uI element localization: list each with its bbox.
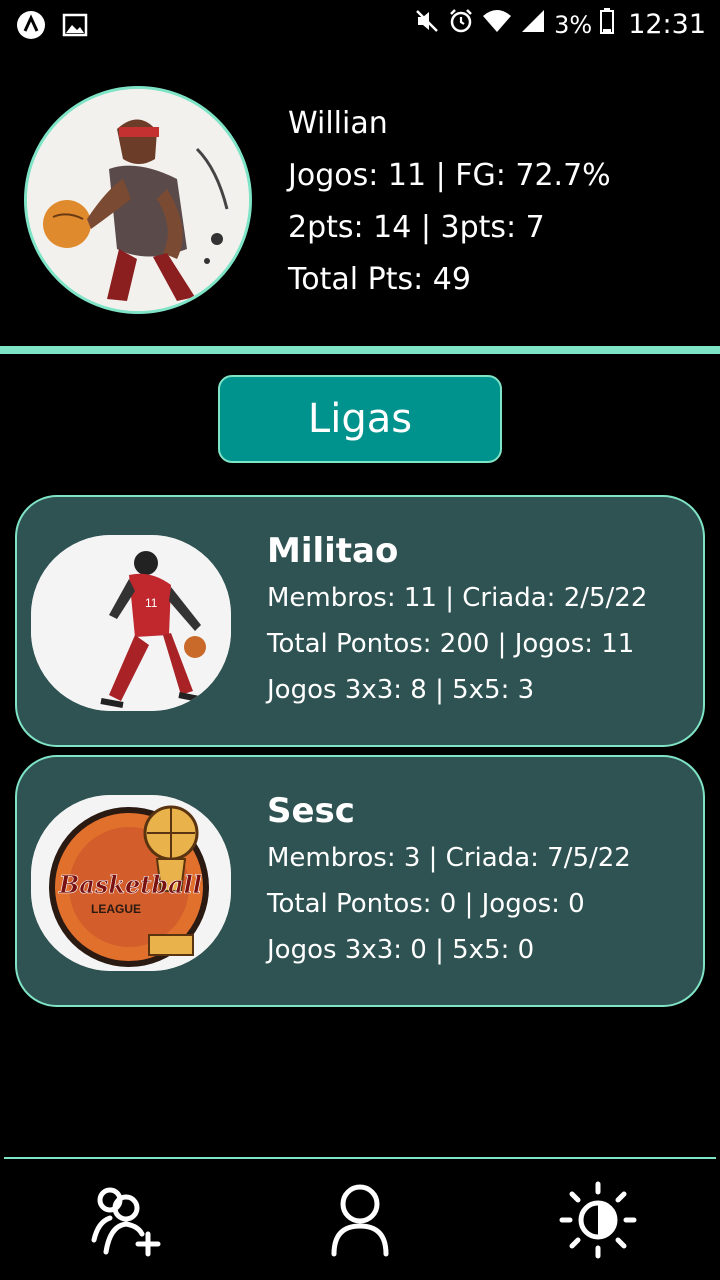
wifi-icon	[482, 8, 512, 41]
section-divider	[0, 346, 720, 354]
league-members-created: Membros: 11 | Criada: 2/5/22	[267, 583, 648, 613]
league-name: Sesc	[267, 791, 355, 831]
player-total-points: Total Pts: 49	[288, 262, 471, 297]
league-game-types: Jogos 3x3: 0 | 5x5: 0	[267, 935, 535, 965]
status-bar: 3% 12:31	[0, 0, 720, 50]
signal-icon	[520, 8, 546, 41]
clock: 12:31	[628, 9, 706, 40]
league-game-types: Jogos 3x3: 8 | 5x5: 3	[267, 675, 535, 705]
image-icon	[62, 12, 88, 42]
player-stats-games-fg: Jogos: 11 | FG: 72.7%	[288, 158, 611, 193]
add-user-icon	[86, 1182, 162, 1262]
league-total-points-games: Total Pontos: 0 | Jogos: 0	[267, 889, 585, 919]
svg-text:11: 11	[145, 596, 158, 610]
theme-toggle-button[interactable]	[558, 1180, 638, 1264]
league-card-sesc[interactable]: Basketball LEAGUE Sesc Membros: 3 | Cria…	[15, 755, 705, 1007]
avatar[interactable]	[24, 86, 252, 314]
ligas-button[interactable]: Ligas	[218, 375, 502, 463]
theme-toggle-icon	[558, 1180, 638, 1264]
alarm-icon	[448, 8, 474, 41]
add-user-button[interactable]	[84, 1182, 164, 1262]
league-logo: Basketball LEAGUE	[31, 795, 231, 971]
league-logo-subtext: LEAGUE	[91, 902, 141, 916]
player-name: Willian	[288, 106, 388, 141]
league-name: Militao	[267, 531, 399, 571]
tabbar-divider	[4, 1157, 716, 1159]
profile-header: Willian Jogos: 11 | FG: 72.7% 2pts: 14 |…	[0, 50, 720, 346]
league-members-created: Membros: 3 | Criada: 7/5/22	[267, 843, 631, 873]
profile-icon	[330, 1182, 390, 1262]
league-card-militao[interactable]: 11 Militao Membros: 11 | Criada: 2/5/22 …	[15, 495, 705, 747]
profile-button[interactable]	[320, 1182, 400, 1262]
battery-icon	[600, 8, 615, 41]
league-logo: 11	[31, 535, 231, 711]
player-stats-points: 2pts: 14 | 3pts: 7	[288, 210, 545, 245]
bottom-tab-bar	[0, 1160, 720, 1280]
league-total-points-games: Total Pontos: 200 | Jogos: 11	[267, 629, 635, 659]
app-icon	[16, 10, 46, 44]
mute-icon	[414, 8, 440, 41]
battery-percent: 3%	[554, 10, 593, 39]
league-logo-text: Basketball	[58, 870, 202, 899]
